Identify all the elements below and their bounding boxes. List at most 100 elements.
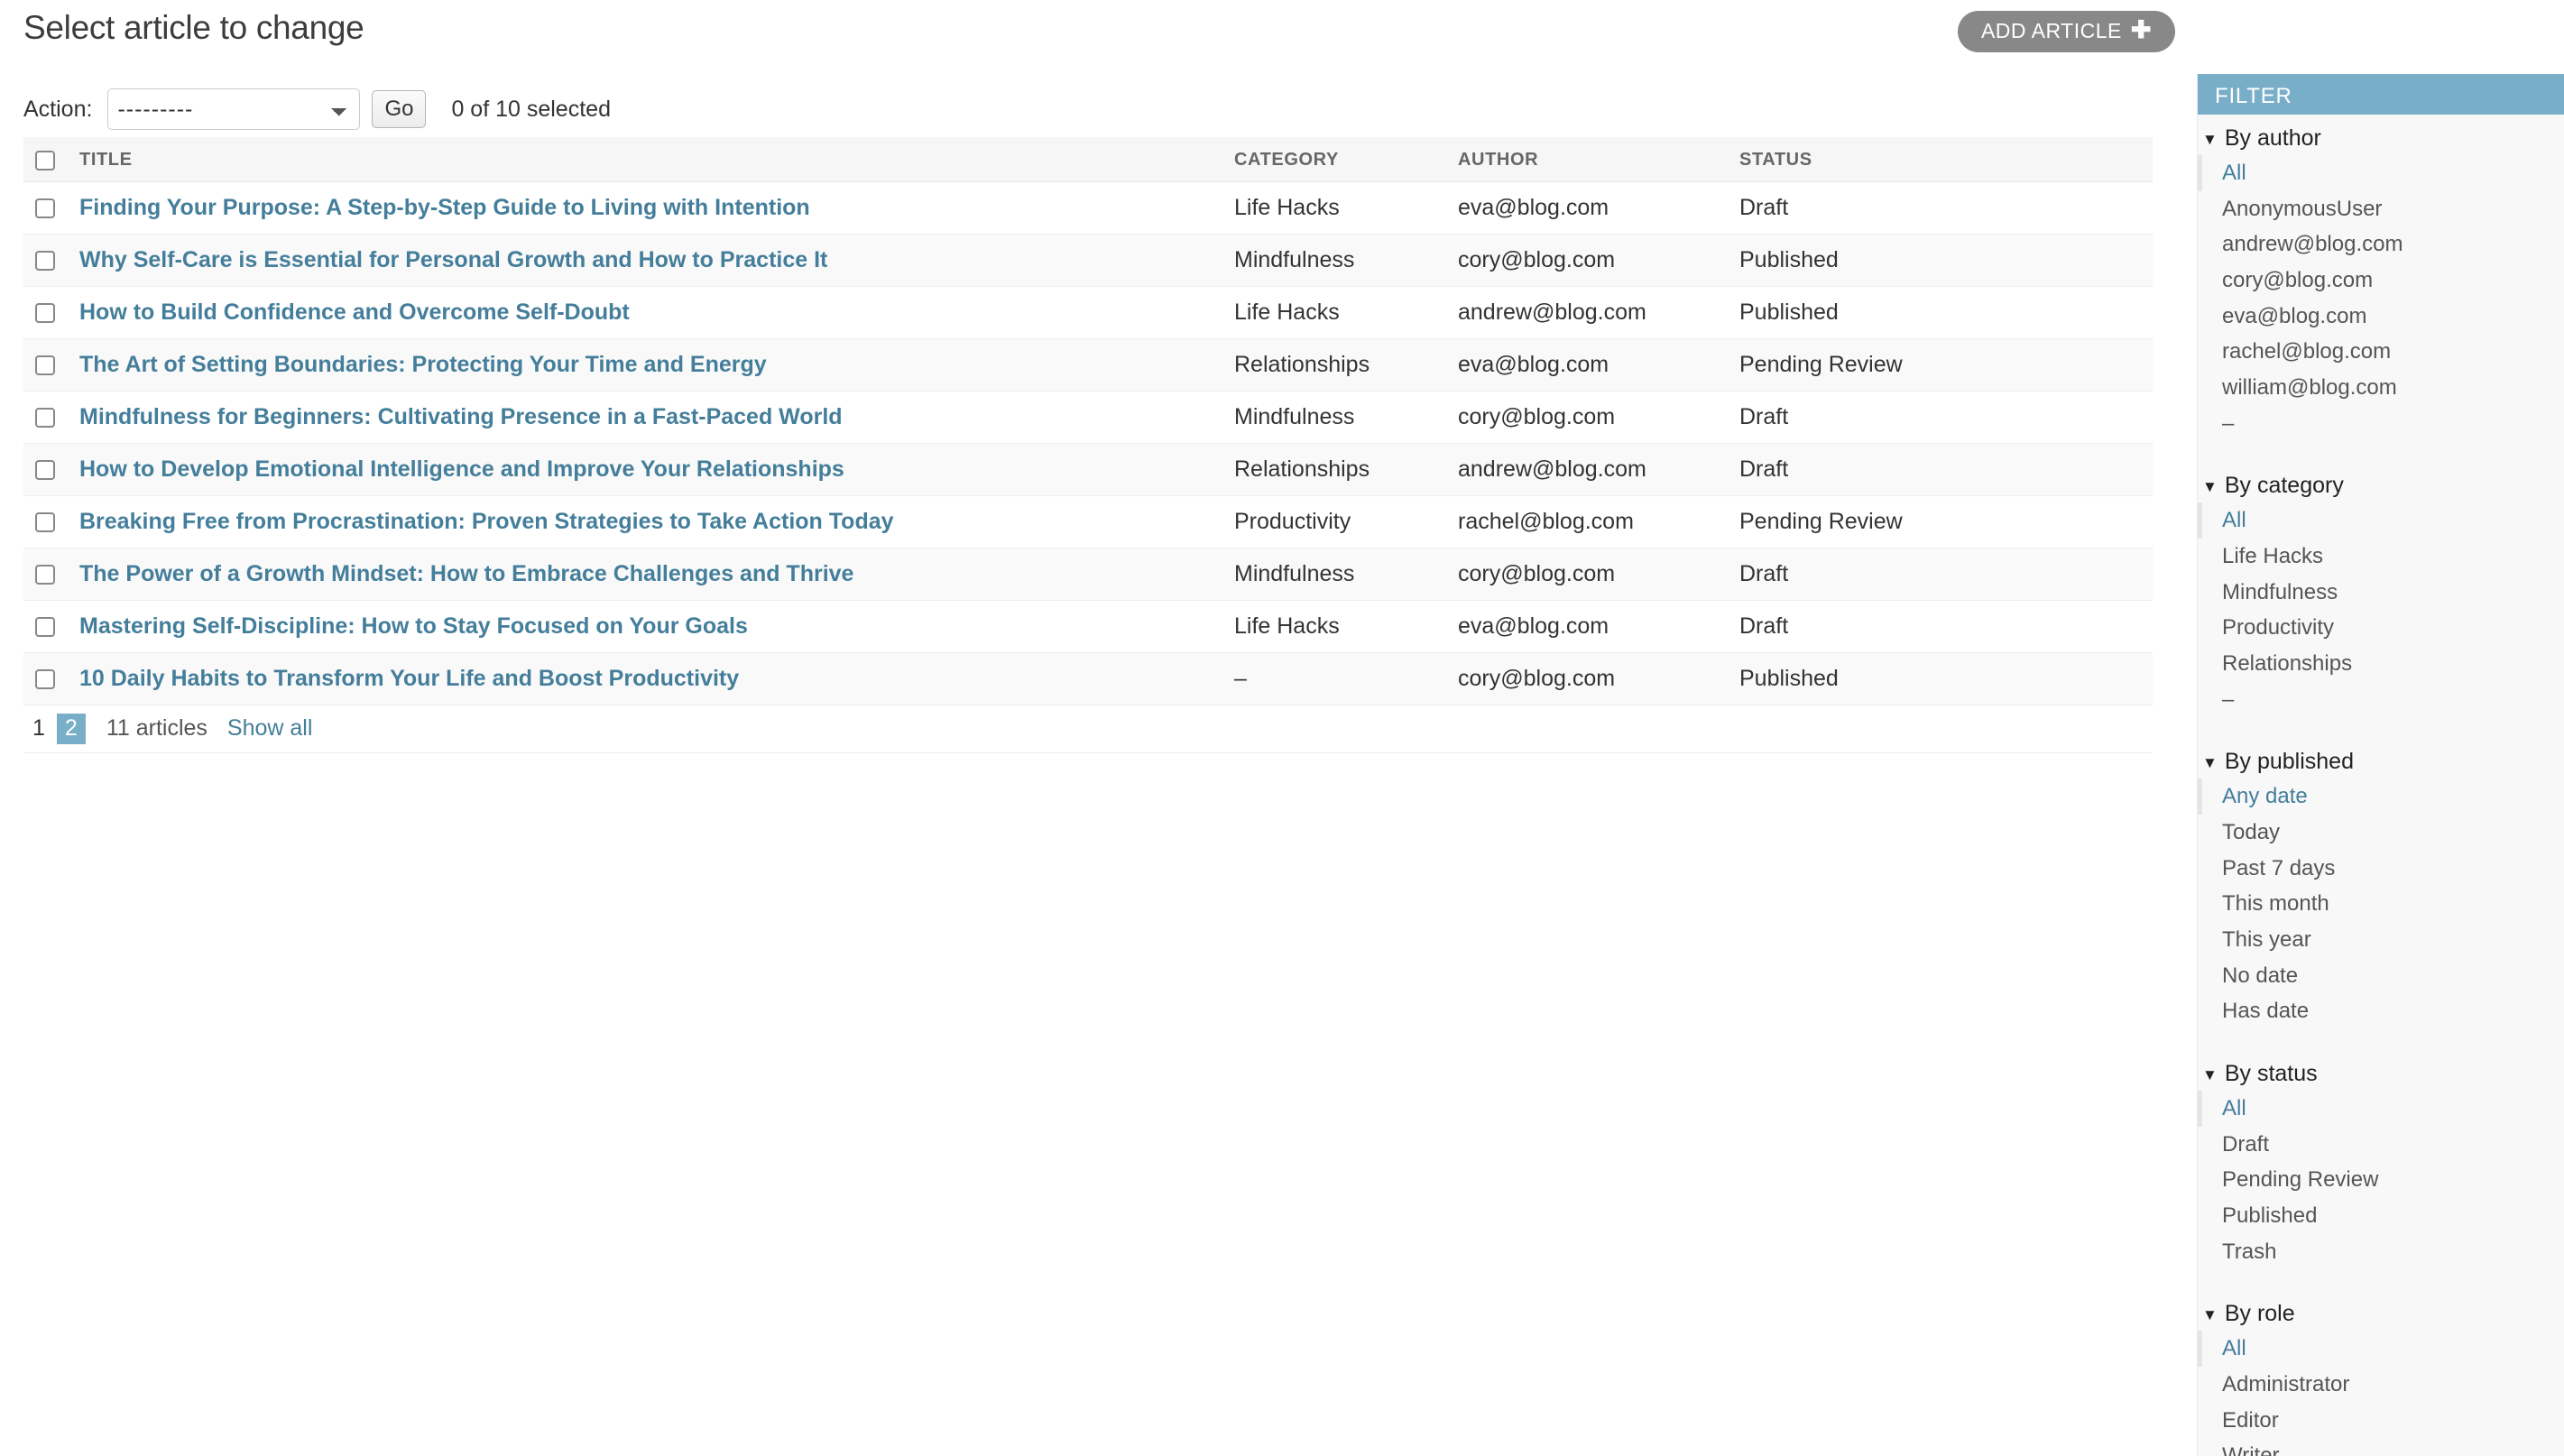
row-select-cell bbox=[23, 495, 79, 548]
cell-category: Mindfulness bbox=[1234, 548, 1458, 601]
filter-option-link[interactable]: Any date bbox=[2222, 784, 2308, 808]
plus-icon: ✚ bbox=[2130, 16, 2152, 43]
article-title-link[interactable]: Breaking Free from Procrastination: Prov… bbox=[79, 509, 894, 534]
filter-option-link[interactable]: – bbox=[2222, 411, 2234, 436]
filter-option-link[interactable]: This year bbox=[2222, 927, 2311, 952]
article-title-link[interactable]: Why Self-Care is Essential for Personal … bbox=[79, 247, 827, 272]
filter-option-link[interactable]: william@blog.com bbox=[2222, 375, 2397, 400]
filter-option-link[interactable]: All bbox=[2222, 1336, 2246, 1360]
filter-option: rachel@blog.com bbox=[2202, 334, 2564, 370]
filter-option-link[interactable]: Relationships bbox=[2222, 651, 2352, 676]
cell-author: rachel@blog.com bbox=[1458, 495, 1739, 548]
article-title-link[interactable]: 10 Daily Habits to Transform Your Life a… bbox=[79, 666, 739, 691]
filter-option: All bbox=[2198, 155, 2564, 191]
filter-option-link[interactable]: Editor bbox=[2222, 1408, 2279, 1433]
article-title-link[interactable]: The Art of Setting Boundaries: Protectin… bbox=[79, 352, 767, 377]
row-checkbox[interactable] bbox=[35, 250, 55, 271]
select-all-checkbox[interactable] bbox=[35, 150, 55, 170]
filter-option-link[interactable]: Writer bbox=[2222, 1443, 2280, 1456]
go-button[interactable]: Go bbox=[372, 90, 427, 128]
filter-option-link[interactable]: All bbox=[2222, 508, 2246, 532]
add-article-button[interactable]: ADD ARTICLE ✚ bbox=[1957, 11, 2175, 52]
triangle-down-icon: ▼ bbox=[2202, 754, 2218, 772]
column-header-author[interactable]: AUTHOR bbox=[1458, 137, 1739, 182]
column-header-category[interactable]: CATEGORY bbox=[1234, 137, 1458, 182]
filter-option: – bbox=[2202, 406, 2564, 442]
filter-option-link[interactable]: Life Hacks bbox=[2222, 544, 2323, 568]
filter-group-header[interactable]: ▼ By role bbox=[2198, 1289, 2564, 1331]
filter-group-header[interactable]: ▼ By author bbox=[2198, 115, 2564, 155]
filter-option-link[interactable]: andrew@blog.com bbox=[2222, 232, 2403, 256]
row-select-cell bbox=[23, 286, 79, 339]
article-title-link[interactable]: Mastering Self-Discipline: How to Stay F… bbox=[79, 613, 748, 639]
filter-option-link[interactable]: Today bbox=[2222, 820, 2280, 844]
cell-status: Draft bbox=[1739, 548, 2153, 601]
table-row: 10 Daily Habits to Transform Your Life a… bbox=[23, 652, 2153, 705]
filter-group-title: By status bbox=[2224, 1061, 2318, 1087]
article-title-link[interactable]: The Power of a Growth Mindset: How to Em… bbox=[79, 561, 853, 586]
filter-option-link[interactable]: All bbox=[2222, 1096, 2246, 1120]
article-title-link[interactable]: Mindfulness for Beginners: Cultivating P… bbox=[79, 404, 843, 429]
filter-option-link[interactable]: cory@blog.com bbox=[2222, 268, 2373, 292]
filter-group-header[interactable]: ▼ By published bbox=[2198, 737, 2564, 779]
filter-group-header[interactable]: ▼ By status bbox=[2198, 1049, 2564, 1091]
article-title-link[interactable]: How to Develop Emotional Intelligence an… bbox=[79, 456, 844, 482]
row-checkbox[interactable] bbox=[35, 511, 55, 532]
filter-option-link[interactable]: Trash bbox=[2222, 1239, 2276, 1264]
filter-option-link[interactable]: AnonymousUser bbox=[2222, 197, 2382, 221]
filter-option: william@blog.com bbox=[2202, 370, 2564, 406]
cell-author: eva@blog.com bbox=[1458, 181, 1739, 235]
filter-option-link[interactable]: Draft bbox=[2222, 1132, 2269, 1157]
show-all-link[interactable]: Show all bbox=[227, 715, 313, 742]
row-checkbox[interactable] bbox=[35, 302, 55, 323]
filter-groups: ▼ By author All AnonymousUser andrew@blog.co… bbox=[2198, 115, 2564, 1456]
action-select[interactable]: --------- bbox=[107, 88, 361, 130]
cell-author: andrew@blog.com bbox=[1458, 286, 1739, 339]
row-checkbox[interactable] bbox=[35, 407, 55, 428]
cell-author: cory@blog.com bbox=[1458, 234, 1739, 287]
cell-status: Pending Review bbox=[1739, 338, 2153, 392]
cell-title: How to Build Confidence and Overcome Sel… bbox=[79, 286, 1234, 339]
filter-option-link[interactable]: Published bbox=[2222, 1203, 2317, 1228]
filter-option-link[interactable]: Mindfulness bbox=[2222, 580, 2338, 604]
filter-group-header[interactable]: ▼ By category bbox=[2198, 461, 2564, 502]
table-row: Mindfulness for Beginners: Cultivating P… bbox=[23, 391, 2153, 444]
filter-option: All bbox=[2198, 1091, 2564, 1127]
filter-option: Writer bbox=[2202, 1438, 2564, 1456]
filter-option: andrew@blog.com bbox=[2202, 226, 2564, 263]
table-row: How to Develop Emotional Intelligence an… bbox=[23, 443, 2153, 496]
filter-option-link[interactable]: This month bbox=[2222, 891, 2329, 916]
row-checkbox[interactable] bbox=[35, 616, 55, 637]
paginator: 1 2 11 articles Show all bbox=[23, 705, 2153, 753]
table-row: Why Self-Care is Essential for Personal … bbox=[23, 234, 2153, 287]
filter-option-link[interactable]: eva@blog.com bbox=[2222, 304, 2366, 328]
page-link-1[interactable]: 1 bbox=[32, 715, 45, 742]
select-all-header bbox=[23, 137, 79, 182]
filter-option-list: AllAdministratorEditorWriterContributorR… bbox=[2198, 1331, 2564, 1456]
filter-option-link[interactable]: Productivity bbox=[2222, 615, 2334, 640]
column-header-status[interactable]: STATUS bbox=[1739, 137, 2153, 182]
object-tools: ADD ARTICLE ✚ bbox=[1957, 11, 2175, 52]
row-checkbox[interactable] bbox=[35, 668, 55, 689]
cell-author: cory@blog.com bbox=[1458, 391, 1739, 444]
cell-category: Life Hacks bbox=[1234, 286, 1458, 339]
filter-option: eva@blog.com bbox=[2202, 299, 2564, 335]
filter-option-link[interactable]: – bbox=[2222, 687, 2234, 712]
row-select-cell bbox=[23, 391, 79, 444]
column-header-title[interactable]: TITLE bbox=[79, 137, 1234, 182]
row-checkbox[interactable] bbox=[35, 198, 55, 218]
filter-option-link[interactable]: Has date bbox=[2222, 999, 2309, 1023]
filter-option-link[interactable]: Pending Review bbox=[2222, 1167, 2378, 1192]
filter-option-link[interactable]: All bbox=[2222, 161, 2246, 185]
filter-group-title: By category bbox=[2224, 473, 2344, 499]
article-title-link[interactable]: Finding Your Purpose: A Step-by-Step Gui… bbox=[79, 195, 810, 220]
row-checkbox[interactable] bbox=[35, 355, 55, 375]
filter-option-link[interactable]: rachel@blog.com bbox=[2222, 339, 2391, 364]
row-checkbox[interactable] bbox=[35, 564, 55, 585]
row-checkbox[interactable] bbox=[35, 459, 55, 480]
filter-option-link[interactable]: No date bbox=[2222, 963, 2298, 988]
article-title-link[interactable]: How to Build Confidence and Overcome Sel… bbox=[79, 299, 630, 325]
filter-option: cory@blog.com bbox=[2202, 263, 2564, 299]
filter-option-link[interactable]: Past 7 days bbox=[2222, 856, 2335, 880]
filter-option-link[interactable]: Administrator bbox=[2222, 1372, 2349, 1396]
